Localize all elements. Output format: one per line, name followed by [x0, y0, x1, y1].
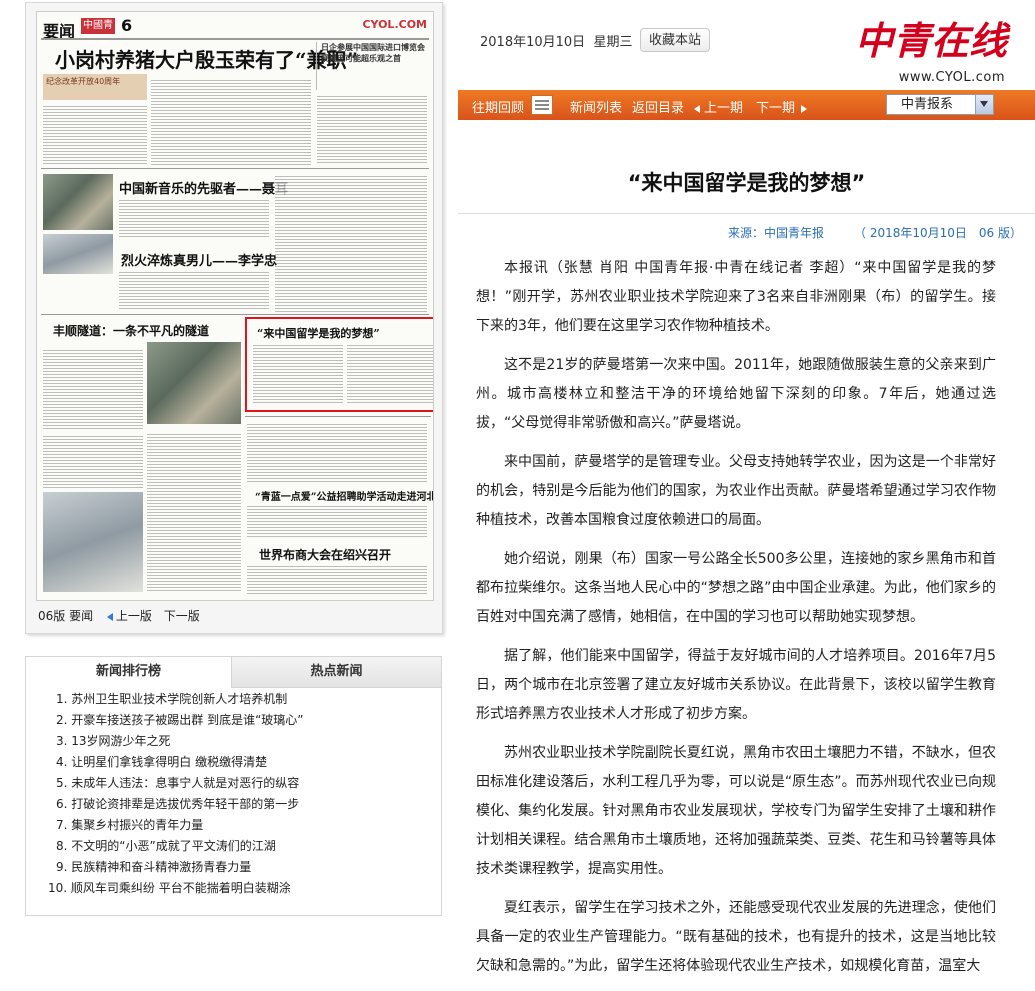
nav-news-list[interactable]: 新闻列表 [570, 97, 622, 116]
list-item[interactable]: 2. 开豪车接送孩子被踢出群 到底是谁“玻璃心” [26, 710, 441, 731]
tab-hot-news[interactable]: 热点新闻 [232, 657, 441, 687]
nav-contents[interactable]: 返回目录 [632, 97, 684, 116]
list-item[interactable]: 1. 苏州卫生职业技术学院创新人才培养机制 [26, 689, 441, 710]
paper-select[interactable]: 中青报系 [886, 94, 994, 115]
article-source: 来源：中国青年报 [728, 226, 825, 240]
nav-next-issue[interactable]: 下一期 [756, 97, 808, 116]
article-date: （ 2018年10月10日 [854, 226, 967, 240]
list-item[interactable]: 8. 不文明的“小恶”成就了平文涛们的江湖 [26, 836, 441, 857]
ranking-tabs: 新闻排行榜 热点新闻 [26, 657, 441, 688]
list-view-icon[interactable] [531, 95, 553, 115]
bookmark-button[interactable]: 收藏本站 [640, 28, 710, 52]
article-title: “来中国留学是我的梦想” [627, 171, 866, 195]
current-page-label: 06版 要闻 [38, 609, 94, 623]
article-paragraph: 本报讯（张慧 肖阳 中国青年报·中青在线记者 李超）“来中国留学是我的梦想！”刚… [476, 260, 996, 334]
article-paragraph: 苏州农业职业技术学院副院长夏红说，黑角市农田土壤肥力不错，不缺水，但农田标准化建… [476, 745, 996, 877]
thumb-sub-1[interactable]: 中国新音乐的先驱者——聂耳 [119, 178, 288, 197]
arrow-right-icon [801, 104, 808, 113]
thumb-sub-5[interactable]: 世界布商大会在绍兴召开 [259, 546, 391, 563]
list-item[interactable]: 7. 集聚乡村振兴的青年力量 [26, 815, 441, 836]
issue-nav-bar: 往期回顾 新闻列表 返回目录 上一期 下一期 中青报系 [458, 90, 1035, 120]
article-body: 本报讯（张慧 肖阳 中国青年报·中青在线记者 李超）“来中国留学是我的梦想！”刚… [476, 254, 996, 991]
article-paragraph: 这不是21岁的萨曼塔第一次来中国。2011年，她跟随做服装生意的父亲来到广州。城… [476, 357, 996, 431]
list-item[interactable]: 6. 打破论资排辈是选拔优秀年轻干部的第一步 [26, 794, 441, 815]
list-item[interactable]: 5. 未成年人违法：息事宁人就是对恶行的纵容 [26, 773, 441, 794]
tab-news-ranking[interactable]: 新闻排行榜 [26, 657, 232, 688]
chevron-down-icon[interactable] [975, 95, 993, 114]
ranking-list: 1. 苏州卫生职业技术学院创新人才培养机制 2. 开豪车接送孩子被踢出群 到底是… [26, 689, 441, 899]
thumb-sub-2[interactable]: 烈火淬炼真男儿——李学忠 [121, 250, 277, 269]
current-article-highlight[interactable]: “来中国留学是我的梦想” [245, 317, 433, 412]
page-thumbnail-panel: 要闻 中國青年報 6 CYOL.COM 小岗村养猪大户殷玉荣有了“兼职” 日企参… [25, 2, 443, 634]
arrow-left-icon [694, 104, 700, 113]
nav-back-issues[interactable]: 往期回顾 [472, 97, 524, 116]
nav-prev-issue[interactable]: 上一期 [694, 97, 743, 116]
prev-page-link[interactable]: 上一版 [116, 609, 152, 623]
article-paragraph: 据了解，他们能来中国留学，得益于友好城市间的人才培养项目。2016年7月5日，两… [476, 648, 996, 722]
arrow-left-icon [106, 612, 113, 621]
thumb-sidebox[interactable]: 日企参展中国国际进口博览会 规模庞可能超乐观之首 [316, 42, 425, 90]
news-ranking-panel: 新闻排行榜 热点新闻 1. 苏州卫生职业技术学院创新人才培养机制 2. 开豪车接… [25, 656, 442, 916]
newspaper-page-image[interactable]: 要闻 中國青年報 6 CYOL.COM 小岗村养猪大户殷玉荣有了“兼职” 日企参… [36, 11, 434, 601]
site-logo-url: www.CYOL.com [898, 70, 1005, 85]
thumb-site-url: CYOL.COM [362, 18, 427, 31]
thumb-headline[interactable]: 小岗村养猪大户殷玉荣有了“兼职” [55, 44, 358, 73]
article-paragraph: 来中国前，萨曼塔学的是管理专业。父母支持她转学农业，因为这是一个非常好的机会，特… [476, 454, 996, 528]
article-page: 06 版） [978, 226, 1023, 240]
article-source-line: 来源：中国青年报 （ 2018年10月10日 06 版） [728, 224, 1022, 241]
list-item[interactable]: 9. 民族精神和奋斗精神激扬青春力量 [26, 857, 441, 878]
article-paragraph: 夏红表示，留学生在学习技术之外，还能感受现代农业发展的先进理念，使他们具备一定的… [476, 900, 996, 974]
list-item[interactable]: 10. 顺风车司乘纠纷 平台不能揣着明白装糊涂 [26, 878, 441, 899]
highlight-article-title[interactable]: “来中国留学是我的梦想” [257, 325, 380, 341]
top-header: 2018年10月10日 星期三 收藏本站 中青在线 www.CYOL.com [458, 0, 1035, 90]
thumb-page-number: 6 [121, 16, 133, 35]
list-item[interactable]: 3. 13岁网游少年之死 [26, 731, 441, 752]
thumb-band: 纪念改革开放40周年 [43, 74, 147, 100]
article-paragraph: 她介绍说，刚果（布）国家一号公路全长500多公里，连接她的家乡黑角市和首都布拉柴… [476, 551, 996, 625]
list-item[interactable]: 4. 让明星们拿钱拿得明白 缴税缴得清楚 [26, 752, 441, 773]
thumb-sub-3[interactable]: 丰顺隧道：一条不平凡的隧道 [53, 322, 209, 339]
title-divider [458, 213, 1035, 214]
issue-date: 2018年10月10日 星期三 [480, 35, 633, 50]
thumb-sub-4[interactable]: “青蓝一点爱”公益招聘助学活动走进河北兴隆 [255, 488, 433, 503]
thumbnail-footer: 06版 要闻 上一版 下一版 [38, 607, 200, 624]
thumb-masthead-badge: 中國青年報 [81, 18, 115, 47]
site-logo[interactable]: 中青在线 [855, 10, 1007, 65]
next-page-link[interactable]: 下一版 [164, 609, 200, 623]
